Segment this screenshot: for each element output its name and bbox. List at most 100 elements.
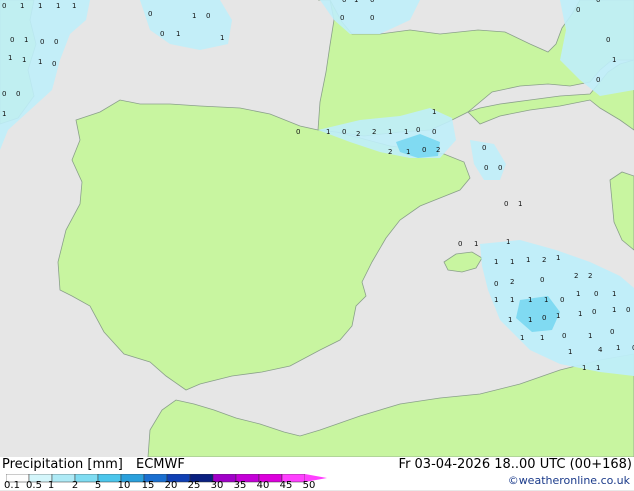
precip-value: 0 bbox=[342, 0, 346, 4]
precip-value: 0 bbox=[560, 296, 564, 304]
precip-value: 2 bbox=[510, 278, 514, 286]
colorbar-tick-label: 5 bbox=[94, 480, 102, 491]
precip-value: 1 bbox=[578, 310, 582, 318]
legend-title: Precipitation [mm] bbox=[2, 457, 123, 472]
legend-footer: Precipitation [mm] ECMWF Fr 03-04-2026 1… bbox=[0, 457, 634, 491]
precip-value: 1 bbox=[38, 58, 42, 66]
precip-value: 0 bbox=[416, 126, 420, 134]
precip-value: 1 bbox=[582, 364, 586, 372]
precip-value: 0 bbox=[52, 60, 56, 68]
colorbar-tick-label: 35 bbox=[233, 480, 247, 491]
precip-value: 0 bbox=[422, 146, 426, 154]
precip-value: 2 bbox=[372, 128, 376, 136]
precip-value: 1 bbox=[510, 258, 514, 266]
precip-value: 0 bbox=[596, 0, 600, 4]
precip-value: 0 bbox=[592, 308, 596, 316]
precip-value: 0 bbox=[458, 240, 462, 248]
precip-value: 1 bbox=[588, 332, 592, 340]
colorbar-tick-label: 0.5 bbox=[26, 480, 42, 491]
precip-value: 1 bbox=[568, 348, 572, 356]
colorbar-tick-label: 40 bbox=[256, 480, 270, 491]
colorbar-tick-label: 1 bbox=[47, 480, 55, 491]
precip-value: 1 bbox=[176, 30, 180, 38]
precip-value: 1 bbox=[528, 296, 532, 304]
precip-value: 1 bbox=[220, 34, 224, 42]
precip-value: 1 bbox=[612, 290, 616, 298]
precip-value: 0 bbox=[370, 14, 374, 22]
precip-value: 2 bbox=[588, 272, 592, 280]
precip-value: 1 bbox=[612, 56, 616, 64]
precip-value: 1 bbox=[22, 56, 26, 64]
precip-value: 2 bbox=[356, 130, 360, 138]
precip-value: 0 bbox=[370, 0, 374, 4]
precip-value: 1 bbox=[354, 0, 358, 4]
model-name: ECMWF bbox=[136, 457, 185, 472]
precip-value: 0 bbox=[542, 314, 546, 322]
precip-value: 1 bbox=[520, 334, 524, 342]
precip-value: 1 bbox=[20, 2, 24, 10]
colorbar-tick-label: 15 bbox=[141, 480, 155, 491]
precip-value: 0 bbox=[540, 276, 544, 284]
precip-value: 1 bbox=[540, 334, 544, 342]
colorbar-tick-label: 30 bbox=[210, 480, 224, 491]
precip-value: 1 bbox=[406, 148, 410, 156]
precip-value: 0 bbox=[148, 10, 152, 18]
precip-value: 1 bbox=[474, 240, 478, 248]
precip-value: 0 bbox=[432, 128, 436, 136]
precip-value: 0 bbox=[484, 164, 488, 172]
precip-value: 1 bbox=[596, 364, 600, 372]
precip-value: 1 bbox=[24, 36, 28, 44]
precip-value: 1 bbox=[192, 12, 196, 20]
precip-value: 0 bbox=[296, 128, 300, 136]
precip-value: 1 bbox=[556, 254, 560, 262]
precip-value: 0 bbox=[594, 290, 598, 298]
precip-value: 1 bbox=[494, 258, 498, 266]
precip-value: 1 bbox=[506, 238, 510, 246]
precipitation-map: 0 1 1 1 1 0 1 0 0 1 0 0 0 0 1 0 0 1 1 1 0 0 1 1 0 0 0 0 1 0 0 1 0 1 0 2 2 1 1 0… bbox=[0, 0, 634, 458]
colorbar-tick-label: 20 bbox=[164, 480, 178, 491]
precip-value: 0 bbox=[606, 36, 610, 44]
precip-value: 1 bbox=[510, 296, 514, 304]
precip-value: 0 bbox=[40, 38, 44, 46]
colorbar-tick-label: 10 bbox=[117, 480, 131, 491]
colorbar-tick-label: 2 bbox=[71, 480, 79, 491]
precip-value: 0 bbox=[54, 38, 58, 46]
colorbar-tick-label: 45 bbox=[279, 480, 293, 491]
precip-value: 1 bbox=[528, 316, 532, 324]
precip-value: 0 bbox=[340, 14, 344, 22]
precip-value: 2 bbox=[436, 146, 440, 154]
credit: ©weatheronline.co.uk bbox=[507, 474, 630, 487]
precip-value: 2 bbox=[388, 148, 392, 156]
precip-value: 1 bbox=[404, 128, 408, 136]
precip-value: 1 bbox=[508, 316, 512, 324]
precip-value: 1 bbox=[518, 200, 522, 208]
precip-value: 0 bbox=[482, 144, 486, 152]
precip-value: 1 bbox=[388, 128, 392, 136]
precip-value: 1 bbox=[432, 108, 436, 116]
precip-value: 1 bbox=[556, 312, 560, 320]
precip-value: 0 bbox=[562, 332, 566, 340]
precip-value: 1 bbox=[72, 2, 76, 10]
precip-value: 0 bbox=[498, 164, 502, 172]
colorbar-tick-label: 50 bbox=[302, 480, 316, 491]
precip-value: 0 bbox=[504, 200, 508, 208]
precip-value: 0 bbox=[626, 306, 630, 314]
precip-value: 0 bbox=[16, 90, 20, 98]
precip-value: 1 bbox=[612, 306, 616, 314]
precip-value: 0 bbox=[342, 128, 346, 136]
precip-value: 1 bbox=[326, 128, 330, 136]
colorbar-tick-label: 25 bbox=[187, 480, 201, 491]
precip-value: 0 bbox=[494, 280, 498, 288]
precip-value: 1 bbox=[494, 296, 498, 304]
colorbar-tick-label: 0.1 bbox=[4, 480, 20, 491]
precip-value: 0 bbox=[596, 76, 600, 84]
precip-value: 1 bbox=[616, 344, 620, 352]
precip-value: 0 bbox=[2, 90, 6, 98]
precip-value: 1 bbox=[544, 296, 548, 304]
precip-value: 0 bbox=[206, 12, 210, 20]
precip-value: 0 bbox=[160, 30, 164, 38]
precip-value: 2 bbox=[542, 256, 546, 264]
precip-value: 2 bbox=[574, 272, 578, 280]
precip-value: 1 bbox=[576, 290, 580, 298]
precip-value: 0 bbox=[10, 36, 14, 44]
